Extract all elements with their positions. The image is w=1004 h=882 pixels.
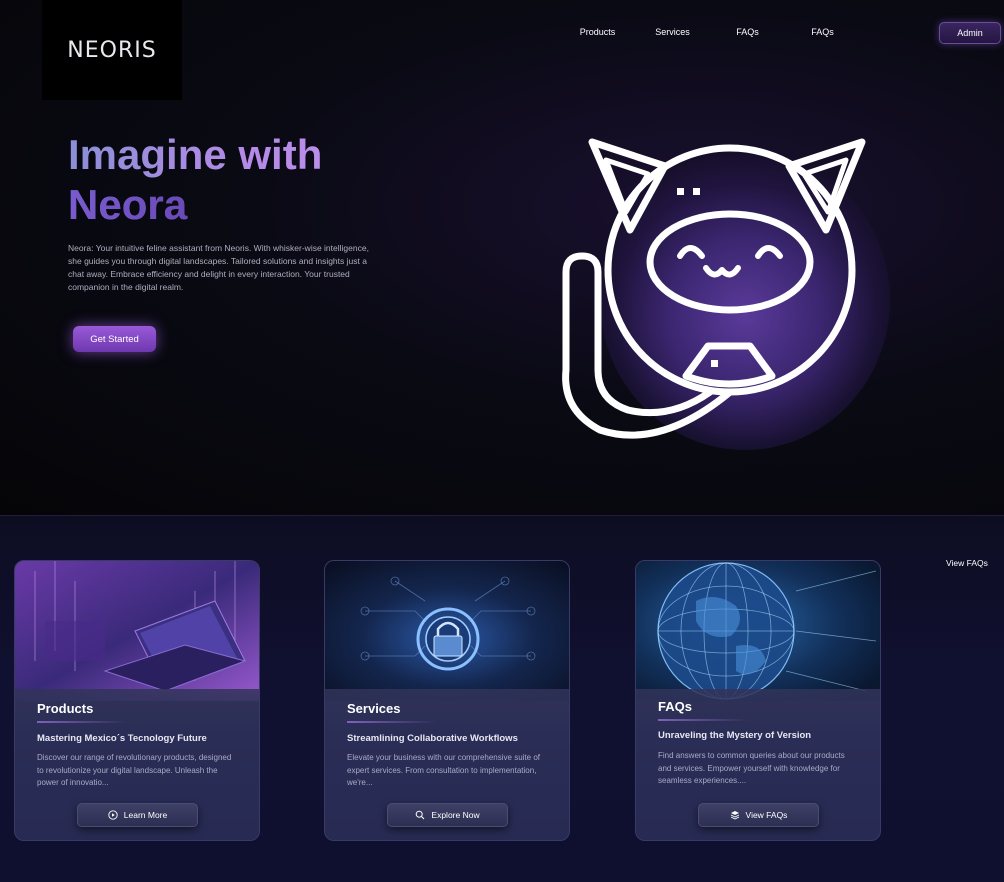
nav-item-products[interactable]: Products bbox=[560, 27, 635, 37]
card-divider bbox=[658, 719, 748, 721]
view-faqs-link[interactable]: View FAQs bbox=[946, 558, 988, 568]
products-card[interactable]: Products Mastering Mexico´s Tecnology Fu… bbox=[14, 560, 260, 841]
button-label: View FAQs bbox=[745, 810, 788, 820]
logo-text: NEORIS bbox=[67, 37, 157, 63]
card-title: Services bbox=[347, 701, 401, 716]
hero-title-line2: Neora bbox=[68, 181, 188, 228]
explore-now-button[interactable]: Explore Now bbox=[387, 803, 508, 827]
hero-title: Imagine with Neora bbox=[68, 130, 468, 230]
view-faqs-button[interactable]: View FAQs bbox=[698, 803, 819, 827]
card-title: Products bbox=[37, 701, 94, 716]
hero-title-line1: Imagine with bbox=[68, 131, 323, 178]
card-divider bbox=[37, 721, 127, 723]
button-label: Explore Now bbox=[431, 810, 480, 820]
search-icon bbox=[416, 810, 425, 820]
learn-more-button[interactable]: Learn More bbox=[77, 803, 198, 827]
card-description: Discover our range of revolutionary prod… bbox=[37, 753, 232, 787]
cat-robot-icon bbox=[540, 120, 900, 465]
globe-illustration bbox=[636, 561, 880, 701]
card-description: Find answers to common queries about our… bbox=[658, 751, 845, 785]
logo[interactable]: NEORIS bbox=[42, 0, 182, 100]
card-subtitle: Mastering Mexico´s Tecnology Future bbox=[37, 733, 207, 744]
security-lock-illustration bbox=[325, 561, 569, 701]
faqs-card[interactable]: FAQs Unraveling the Mystery of Version F… bbox=[635, 560, 881, 841]
button-label: Learn More bbox=[123, 810, 168, 820]
laptop-illustration bbox=[15, 561, 259, 701]
card-divider bbox=[347, 721, 437, 723]
card-title: FAQs bbox=[658, 699, 692, 714]
card-description: Elevate your business with our comprehen… bbox=[347, 753, 540, 787]
card-subtitle: Unraveling the Mystery of Version bbox=[658, 730, 812, 741]
get-started-button[interactable]: Get Started bbox=[73, 326, 156, 352]
nav-item-faqs[interactable]: FAQs bbox=[710, 27, 785, 37]
play-icon bbox=[108, 810, 118, 820]
services-card[interactable]: Services Streamlining Collaborative Work… bbox=[324, 560, 570, 841]
card-subtitle: Streamlining Collaborative Workflows bbox=[347, 733, 518, 744]
nav-item-services[interactable]: Services bbox=[635, 27, 710, 37]
nav-item-faqs-2[interactable]: FAQs bbox=[785, 27, 860, 37]
top-nav: Products Services FAQs FAQs bbox=[560, 27, 860, 37]
admin-button[interactable]: Admin bbox=[939, 22, 1001, 44]
layers-icon bbox=[730, 811, 739, 820]
hero-description: Neora: Your intuitive feline assistant f… bbox=[68, 243, 369, 292]
